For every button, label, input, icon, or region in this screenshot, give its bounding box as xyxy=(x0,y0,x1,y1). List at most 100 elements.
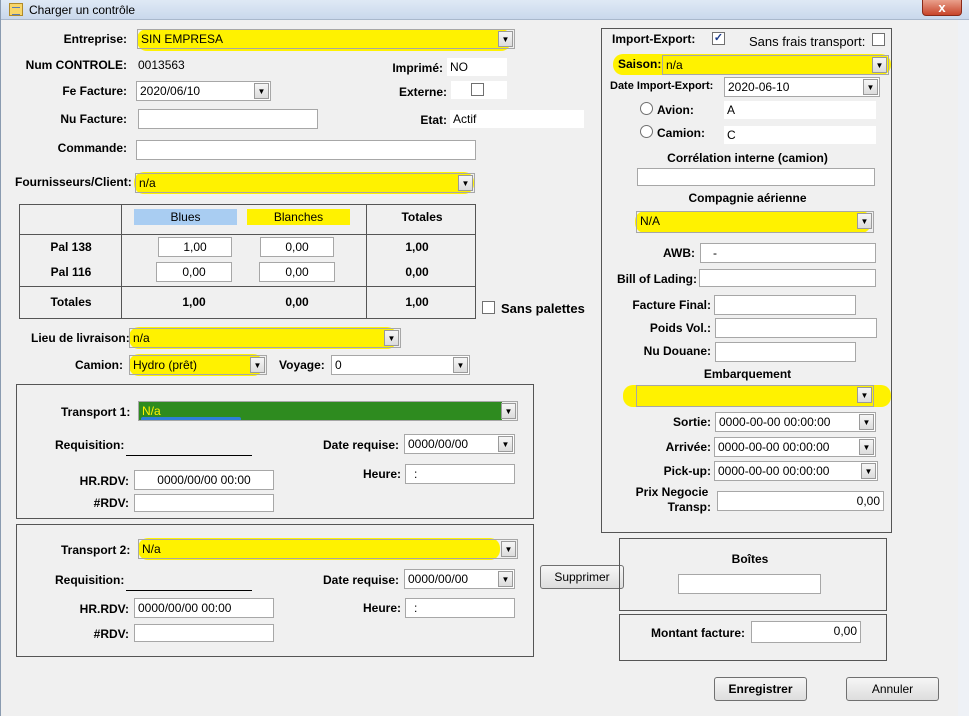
hrrdv-label: HR.RDV: xyxy=(79,602,129,616)
chevron-down-icon[interactable]: ▼ xyxy=(501,403,516,419)
lieu-livraison-label: Lieu de livraison: xyxy=(31,331,130,345)
camion-radio-label: Camion: xyxy=(657,126,705,140)
import-export-checkbox[interactable]: ✓ xyxy=(712,32,725,45)
col-totales-header: Totales xyxy=(401,210,443,224)
montant-input[interactable]: 0,00 xyxy=(751,621,861,643)
rdv-input[interactable] xyxy=(134,494,274,512)
chevron-down-icon[interactable]: ▼ xyxy=(863,79,878,95)
facture-final-input[interactable] xyxy=(714,295,856,315)
nu-douane-input[interactable] xyxy=(715,342,856,362)
blues-input[interactable]: 0,00 xyxy=(156,262,232,282)
correlation-input[interactable] xyxy=(637,168,875,186)
transport1-label: Transport 1: xyxy=(61,405,131,419)
pickup-select[interactable]: 0000-00-00 00:00:00 ▼ xyxy=(714,461,878,481)
blues-input[interactable]: 1,00 xyxy=(158,237,232,257)
compagnie-value: N/A xyxy=(640,214,661,228)
camion-radio[interactable] xyxy=(640,125,653,138)
blanches-input[interactable]: 0,00 xyxy=(260,237,334,257)
row-total: 0,00 xyxy=(405,265,429,279)
dialog-window: Charger un contrôle x Entreprise: SIN EM… xyxy=(0,0,969,716)
chevron-down-icon[interactable]: ▼ xyxy=(384,330,399,346)
embarquement-select[interactable]: ▼ xyxy=(636,385,874,407)
sans-palettes-label: Sans palettes xyxy=(501,301,585,316)
chevron-down-icon[interactable]: ▼ xyxy=(458,175,473,191)
heure-input[interactable]: : xyxy=(405,464,515,484)
entreprise-select[interactable]: SIN EMPRESA ▼ xyxy=(137,29,515,49)
heure-input[interactable]: : xyxy=(405,598,515,618)
hrrdv-input[interactable]: 0000/00/00 00:00 xyxy=(134,470,274,490)
camion-select[interactable]: Hydro (prêt) ▼ xyxy=(129,355,267,375)
date-requise-value: 0000/00/00 xyxy=(408,572,469,586)
nu-facture-input[interactable] xyxy=(138,109,318,129)
requisition-line xyxy=(126,590,252,591)
chevron-down-icon[interactable]: ▼ xyxy=(859,414,874,430)
transport2-select[interactable]: N/a ▼ xyxy=(138,539,518,559)
compagnie-select[interactable]: N/A ▼ xyxy=(636,211,874,233)
entreprise-value: SIN EMPRESA xyxy=(141,32,224,46)
sortie-label: Sortie: xyxy=(672,415,711,429)
chevron-down-icon[interactable]: ▼ xyxy=(250,357,265,373)
chevron-down-icon[interactable]: ▼ xyxy=(857,387,872,403)
chevron-down-icon[interactable]: ▼ xyxy=(872,57,887,73)
arrivee-select[interactable]: 0000-00-00 00:00:00 ▼ xyxy=(714,437,876,457)
close-button[interactable]: x xyxy=(922,0,962,16)
lieu-livraison-value: n/a xyxy=(133,331,150,345)
supprimer-button[interactable]: Supprimer xyxy=(540,565,624,589)
chevron-down-icon[interactable]: ▼ xyxy=(498,31,513,47)
avion-radio[interactable] xyxy=(640,102,653,115)
externe-label: Externe: xyxy=(398,85,447,99)
pickup-value: 0000-00-00 00:00:00 xyxy=(718,464,830,478)
transport1-select[interactable]: N/a ▼ xyxy=(138,401,518,421)
commande-label: Commande: xyxy=(57,141,127,155)
poids-input[interactable] xyxy=(715,318,877,338)
chevron-down-icon[interactable]: ▼ xyxy=(501,541,516,557)
chevron-down-icon[interactable]: ▼ xyxy=(498,436,513,452)
date-ie-select[interactable]: 2020-06-10 ▼ xyxy=(724,77,880,97)
boites-label: Boîtes xyxy=(731,552,769,566)
chevron-down-icon[interactable]: ▼ xyxy=(453,357,468,373)
bill-input[interactable] xyxy=(699,269,876,287)
boites-input[interactable] xyxy=(678,574,821,594)
date-ie-label: Date Import-Export: xyxy=(610,80,714,92)
saison-label: Saison: xyxy=(618,57,662,71)
bill-label: Bill of Lading: xyxy=(617,272,697,286)
chevron-down-icon[interactable]: ▼ xyxy=(861,463,876,479)
window-title: Charger un contrôle xyxy=(29,3,136,17)
rdv-input[interactable] xyxy=(134,624,274,642)
table-icon xyxy=(9,3,23,16)
chevron-down-icon[interactable]: ▼ xyxy=(859,439,874,455)
col-blues-header: Blues xyxy=(134,209,237,225)
voyage-select[interactable]: 0 ▼ xyxy=(331,355,470,375)
date-requise-select[interactable]: 0000/00/00 ▼ xyxy=(404,434,515,454)
fournisseurs-select[interactable]: n/a ▼ xyxy=(135,173,475,193)
hrrdv-input[interactable]: 0000/00/00 00:00 xyxy=(134,598,274,618)
fe-facture-label: Fe Facture: xyxy=(62,84,127,98)
prix-input[interactable]: 0,00 xyxy=(717,491,884,511)
chevron-down-icon[interactable]: ▼ xyxy=(254,83,269,99)
blanches-input[interactable]: 0,00 xyxy=(259,262,335,282)
embarquement-label: Embarquement xyxy=(703,367,792,381)
externe-checkbox[interactable] xyxy=(471,83,484,96)
chevron-down-icon[interactable]: ▼ xyxy=(498,571,513,587)
saison-value: n/a xyxy=(666,58,683,72)
chevron-down-icon[interactable]: ▼ xyxy=(857,213,872,229)
prix-label: Prix Negocie xyxy=(635,485,709,499)
col-blanches-header: Blanches xyxy=(247,209,350,225)
lieu-livraison-select[interactable]: n/a ▼ xyxy=(129,328,401,348)
date-requise-select[interactable]: 0000/00/00 ▼ xyxy=(404,569,515,589)
hrrdv-label: HR.RDV: xyxy=(79,474,129,488)
saison-select[interactable]: n/a ▼ xyxy=(662,55,889,75)
fe-facture-date[interactable]: 2020/06/10 ▼ xyxy=(136,81,271,101)
avion-value: A xyxy=(724,101,876,119)
requisition-label: Requisition: xyxy=(55,438,125,452)
fournisseurs-value: n/a xyxy=(139,176,156,190)
sortie-select[interactable]: 0000-00-00 00:00:00 ▼ xyxy=(715,412,876,432)
awb-input[interactable]: - xyxy=(700,243,876,263)
enregistrer-button[interactable]: Enregistrer xyxy=(714,677,807,701)
annuler-button[interactable]: Annuler xyxy=(846,677,939,701)
commande-input[interactable] xyxy=(136,140,476,160)
sans-palettes-checkbox[interactable] xyxy=(482,301,495,314)
camion-value: Hydro (prêt) xyxy=(133,358,198,372)
sans-frais-label: Sans frais transport: xyxy=(749,34,866,49)
sans-frais-checkbox[interactable] xyxy=(872,33,885,46)
